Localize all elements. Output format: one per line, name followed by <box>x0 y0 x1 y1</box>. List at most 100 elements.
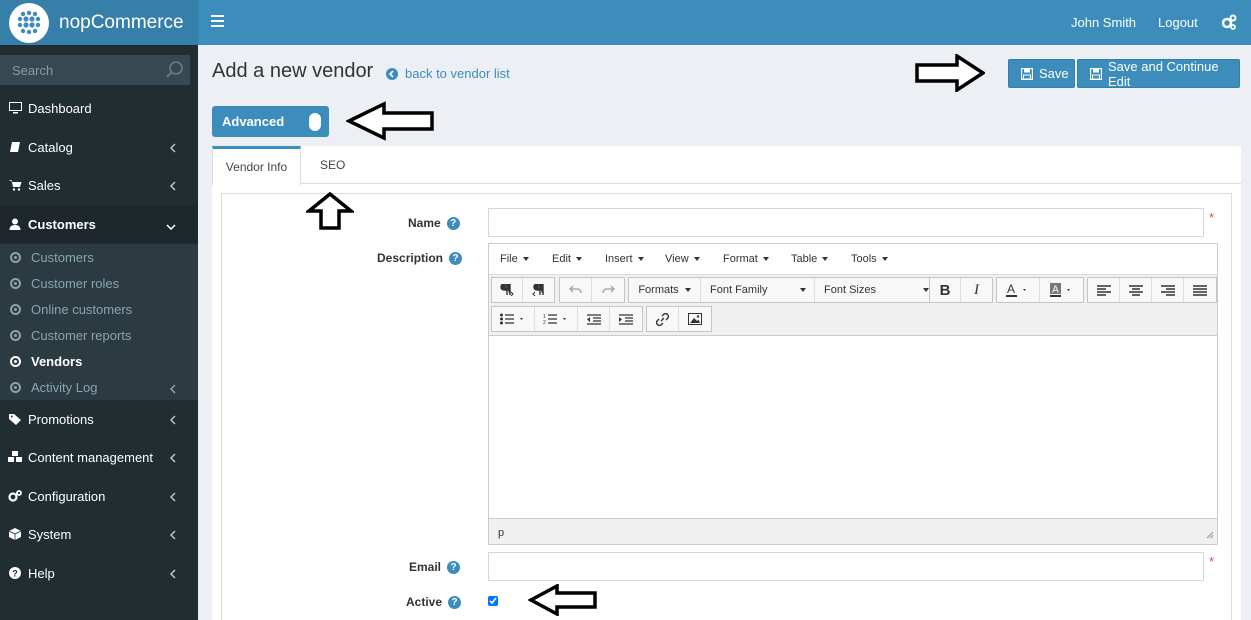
tab-vendor-info[interactable]: Vendor Info <box>212 146 301 185</box>
brand-name: nopCommerce <box>59 11 184 33</box>
background-color-icon[interactable]: A <box>1040 278 1083 302</box>
email-field[interactable] <box>488 552 1204 581</box>
chevron-down-icon <box>166 218 176 233</box>
chevron-left-icon <box>169 451 176 466</box>
active-checkbox[interactable] <box>488 596 498 606</box>
submenu-item-customer-reports[interactable]: Customer reports <box>0 322 198 348</box>
chevron-left-icon <box>169 567 176 582</box>
rtl-paragraph-icon[interactable] <box>523 278 554 302</box>
insert-group <box>646 306 712 332</box>
editor-statusbar: p <box>489 518 1217 544</box>
sidebar-item-promotions[interactable]: Promotions <box>0 400 198 438</box>
menu-tools[interactable]: Tools <box>851 253 888 265</box>
align-right-icon[interactable] <box>1152 278 1184 302</box>
save-and-continue-button[interactable]: Save and Continue Edit <box>1077 59 1240 89</box>
menu-edit[interactable]: Edit <box>552 253 582 265</box>
redo-icon[interactable] <box>592 278 624 302</box>
sidebar-item-label: Catalog <box>28 139 73 155</box>
bullet-list-icon[interactable] <box>492 307 535 331</box>
indent-icon[interactable] <box>610 307 642 331</box>
question-circle-icon: ? <box>7 567 23 579</box>
undo-icon[interactable] <box>560 278 592 302</box>
help-icon[interactable]: ? <box>448 595 462 609</box>
circle-icon <box>10 381 21 393</box>
menu-file[interactable]: File <box>500 253 529 265</box>
help-icon[interactable]: ? <box>447 560 461 574</box>
submenu-item-customer-roles[interactable]: Customer roles <box>0 270 198 296</box>
name-field[interactable] <box>488 208 1204 237</box>
back-to-vendor-list-link[interactable]: back to vendor list <box>386 66 510 81</box>
gears-settings-icon[interactable] <box>1221 14 1237 33</box>
email-label-text: Email <box>409 560 442 574</box>
cube-icon <box>7 528 23 540</box>
editor-menubar: File Edit Insert View Format Table Tools <box>489 244 1217 275</box>
submenu-item-activity-log[interactable]: Activity Log <box>0 374 198 400</box>
formats-dropdown[interactable]: Formats <box>629 278 701 302</box>
sidebar-item-content-management[interactable]: Content management <box>0 438 198 476</box>
alignment-group <box>1087 277 1217 303</box>
ltr-paragraph-icon[interactable] <box>492 278 523 302</box>
customers-submenu: Customers Customer roles Online customer… <box>0 244 198 400</box>
logo[interactable]: nopCommerce <box>0 0 198 45</box>
numbered-list-icon[interactable]: 12 <box>535 307 578 331</box>
rich-text-editor: File Edit Insert View Format Table Tools… <box>488 243 1218 545</box>
chevron-left-icon <box>169 382 176 397</box>
element-path[interactable]: p <box>498 527 504 539</box>
arrow-left-icon <box>528 584 597 616</box>
gears-icon <box>7 490 23 502</box>
book-icon <box>7 141 23 153</box>
font-family-label: Font Family <box>710 284 768 296</box>
cart-icon <box>7 179 23 191</box>
arrow-right-icon <box>915 54 985 92</box>
menu-table[interactable]: Table <box>791 253 828 265</box>
help-icon[interactable]: ? <box>446 216 460 230</box>
advanced-label: Advanced <box>222 114 285 129</box>
circle-icon <box>10 355 21 367</box>
sidebar-item-label: Promotions <box>28 411 94 427</box>
svg-text:2: 2 <box>543 320 546 325</box>
bold-icon[interactable]: B <box>930 278 961 302</box>
sidebar-item-system[interactable]: System <box>0 515 198 553</box>
sidebar-item-catalog[interactable]: Catalog <box>0 128 198 166</box>
circle-icon <box>10 277 21 289</box>
align-justify-icon[interactable] <box>1184 278 1216 302</box>
submenu-item-online-customers[interactable]: Online customers <box>0 296 198 322</box>
sidebar-toggle-icon[interactable] <box>211 14 224 30</box>
paragraph-direction-group <box>491 277 555 303</box>
outdent-icon[interactable] <box>578 307 610 331</box>
align-center-icon[interactable] <box>1120 278 1152 302</box>
italic-icon[interactable]: I <box>961 278 992 302</box>
advanced-mode-toggle[interactable]: Advanced <box>212 106 329 137</box>
sidebar-item-sales[interactable]: Sales <box>0 166 198 204</box>
sidebar-search-input[interactable] <box>0 55 155 85</box>
top-header: nopCommerce John Smith Logout <box>0 0 1251 45</box>
submenu-item-vendors[interactable]: Vendors <box>0 348 198 374</box>
sidebar-item-customers[interactable]: Customers <box>0 205 198 243</box>
arrow-up-icon <box>306 192 354 230</box>
sidebar-item-help[interactable]: ? Help <box>0 554 198 592</box>
save-button[interactable]: Save <box>1008 59 1075 88</box>
user-name-link[interactable]: John Smith <box>1071 15 1136 30</box>
image-icon[interactable] <box>679 307 711 331</box>
sidebar-item-dashboard[interactable]: Dashboard <box>0 89 198 127</box>
font-sizes-dropdown[interactable]: Font Sizes <box>815 278 937 302</box>
submenu-item-customers[interactable]: Customers <box>0 244 198 270</box>
search-icon[interactable] <box>166 61 184 82</box>
help-icon[interactable]: ? <box>449 251 463 265</box>
align-left-icon[interactable] <box>1088 278 1120 302</box>
resize-handle-icon[interactable] <box>1206 530 1214 542</box>
text-color-icon[interactable]: A <box>997 278 1040 302</box>
menu-format[interactable]: Format <box>723 253 769 265</box>
sidebar-item-label: System <box>28 526 72 542</box>
link-icon[interactable] <box>647 307 679 331</box>
svg-text:?: ? <box>12 569 18 579</box>
logout-link[interactable]: Logout <box>1158 15 1198 30</box>
sidebar-item-configuration[interactable]: Configuration <box>0 477 198 515</box>
tab-seo[interactable]: SEO <box>320 146 345 184</box>
description-label-text: Description <box>377 251 444 265</box>
font-family-dropdown[interactable]: Font Family <box>701 278 815 302</box>
menu-insert[interactable]: Insert <box>605 253 644 265</box>
list-indent-group: 12 <box>491 306 643 332</box>
cubes-icon <box>7 451 23 463</box>
menu-view[interactable]: View <box>665 253 700 265</box>
